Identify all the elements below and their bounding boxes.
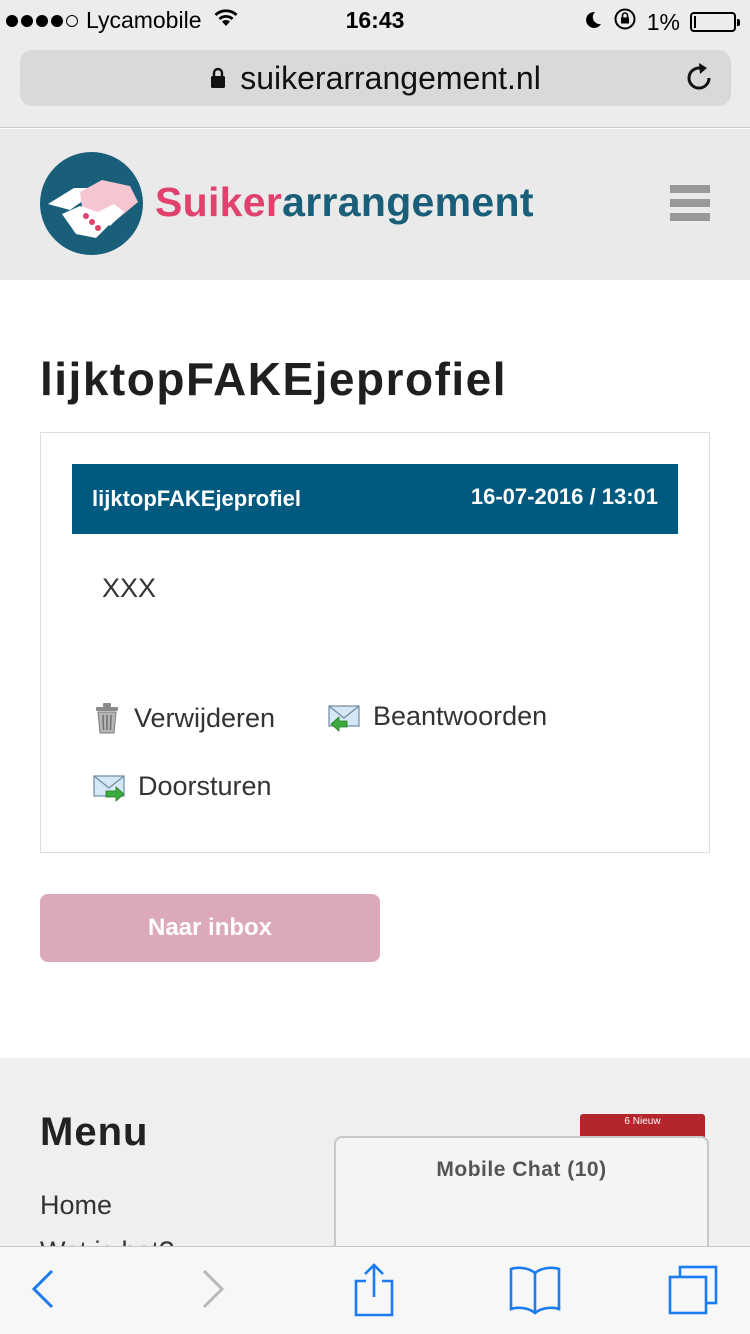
hamburger-menu-icon[interactable] [670, 185, 710, 221]
trash-icon [92, 701, 122, 735]
forward-action[interactable]: Doorsturen [92, 771, 272, 802]
inbox-button[interactable]: Naar inbox [40, 894, 380, 962]
browser-toolbar [0, 1246, 750, 1334]
battery-label: 1% [646, 8, 680, 35]
chat-title[interactable]: Mobile Chat (10) [336, 1158, 707, 1182]
rotation-lock-icon [613, 7, 637, 37]
reply-action[interactable]: Beantwoorden [327, 701, 547, 732]
message-header: lijktopFAKEjeprofiel 16-07-2016 / 13:01 [72, 464, 678, 534]
share-icon[interactable] [352, 1261, 396, 1322]
bookmarks-icon[interactable] [508, 1263, 562, 1320]
envelope-forward-icon [92, 772, 126, 802]
forward-label: Doorsturen [138, 771, 272, 801]
reply-label: Beantwoorden [373, 701, 548, 731]
page-title: lijktopFAKEjeprofiel [40, 353, 508, 405]
status-bar: Lycamobile 16:43 1% [0, 0, 750, 40]
browser-address-area: suikerarrangement.nl [0, 40, 750, 128]
address-bar[interactable]: suikerarrangement.nl [20, 50, 731, 106]
reload-icon[interactable] [685, 62, 715, 99]
message-datetime: 16-07-2016 / 13:01 [470, 484, 658, 509]
brand-part-1: Suiker [155, 179, 283, 225]
battery-icon [690, 12, 740, 32]
handshake-logo-icon[interactable] [40, 152, 143, 255]
site-header: Suikerarrangement [0, 129, 750, 280]
moon-icon [583, 9, 603, 36]
back-icon[interactable] [26, 1263, 60, 1320]
status-right: 1% [583, 7, 740, 37]
brand-part-2: arrangement [282, 179, 534, 225]
message-sender[interactable]: lijktopFAKEjeprofiel [92, 486, 301, 512]
forward-icon[interactable] [196, 1263, 230, 1320]
lock-icon [210, 60, 226, 97]
brand-name[interactable]: Suikerarrangement [155, 179, 534, 226]
footer-title: Menu [40, 1110, 149, 1154]
footer-link-home[interactable]: Home [40, 1190, 112, 1221]
envelope-reply-icon [327, 702, 361, 732]
delete-label: Verwijderen [134, 702, 276, 733]
message-card: lijktopFAKEjeprofiel 16-07-2016 / 13:01 … [40, 432, 710, 853]
delete-action[interactable]: Verwijderen [92, 701, 275, 735]
mobile-chat-panel[interactable]: Mobile Chat (10) [334, 1136, 709, 1256]
tabs-icon[interactable] [666, 1263, 722, 1324]
message-body: XXX [102, 573, 157, 603]
url-text: suikerarrangement.nl [240, 59, 541, 96]
